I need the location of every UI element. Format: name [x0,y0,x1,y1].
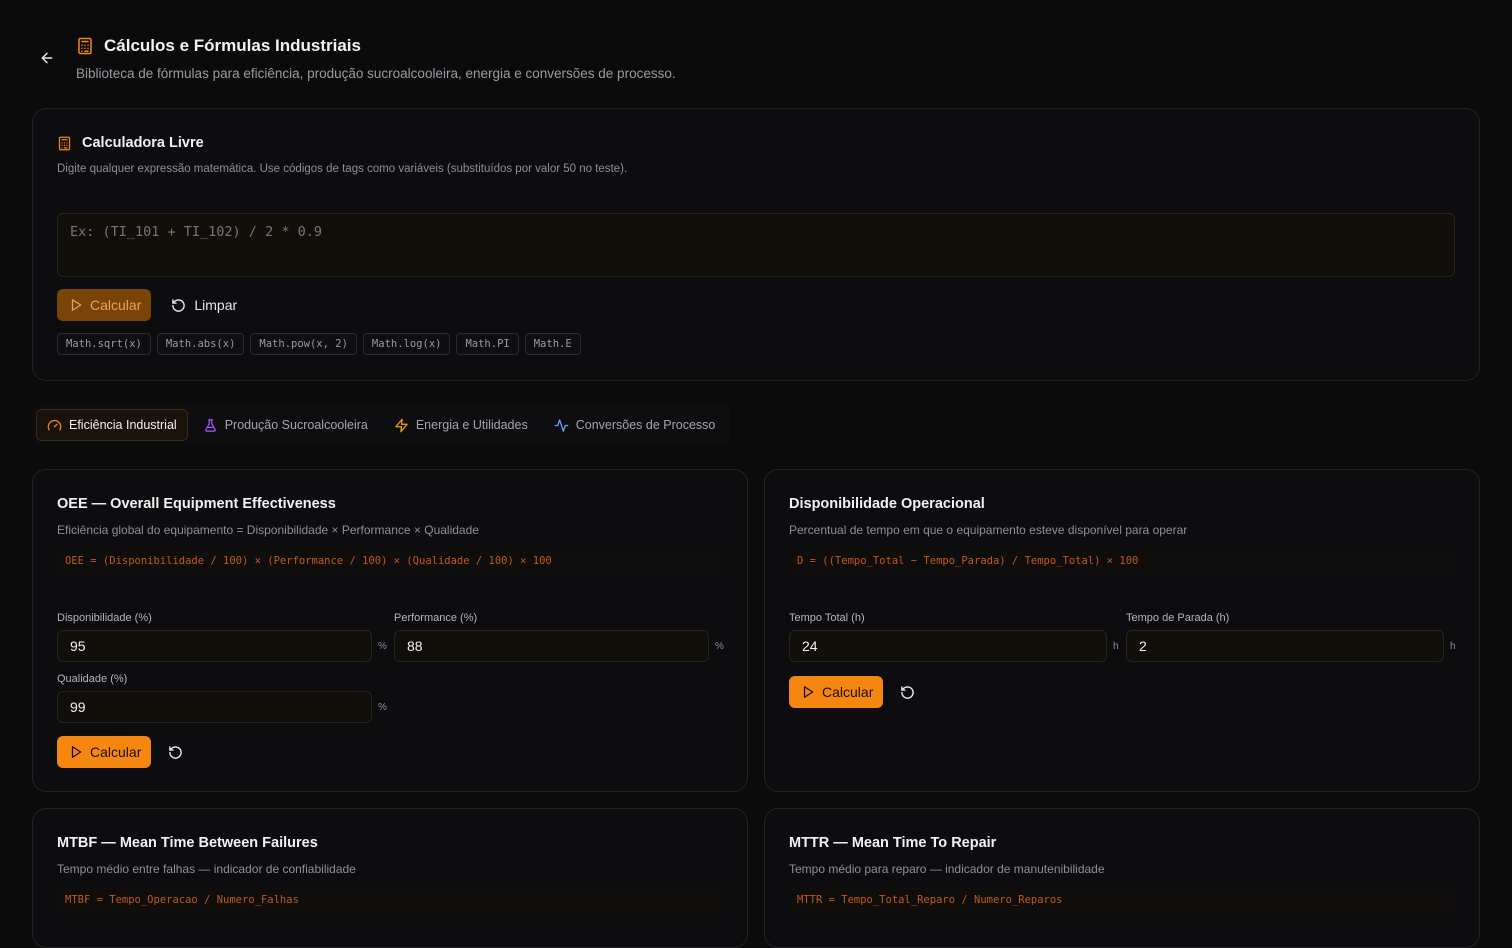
calculate-button[interactable]: Calcular [57,289,152,321]
mttr-card: MTTR — Mean Time To Repair Tempo médio p… [764,808,1480,948]
play-icon [803,686,814,698]
disponibilidade-description: Percentual de tempo em que o equipamento… [789,523,1188,537]
free-calculator-card: Calculadora Livre Digite qualquer expres… [32,108,1480,381]
disponibilidade-calculate-button[interactable]: Calcular [789,676,884,708]
flask-icon [204,418,216,432]
oee-description: Eficiência global do equipamento = Dispo… [57,523,479,537]
tempo-parada-input[interactable] [1126,630,1444,662]
gauge-icon [47,419,62,430]
tab-conversoes-processo[interactable]: Conversões de Processo [543,409,727,441]
disponibilidade-input[interactable] [57,630,372,662]
arrow-left-icon [41,52,53,64]
tab-energia-utilidades[interactable]: Energia e Utilidades [383,409,539,441]
oee-card: OEE — Overall Equipment Effectiveness Ef… [32,469,748,792]
mttr-description: Tempo médio para reparo — indicador de m… [789,862,1105,876]
rotate-ccw-icon [901,685,914,699]
qualidade-input[interactable] [57,691,372,723]
tab-producao-sucroalcooleira[interactable]: Produção Sucroalcooleira [192,409,379,441]
page-title: Cálculos e Fórmulas Industriais [76,35,361,57]
chip-math-pow[interactable]: Math.pow(x, 2) [250,333,357,355]
calculator-icon [58,136,71,150]
field-tempo-parada: Tempo de Parada (h) h [1126,612,1456,662]
clear-button[interactable]: Limpar [159,289,249,321]
oee-calculate-button[interactable]: Calcular [57,736,152,768]
play-icon [71,746,82,758]
free-calculator-description: Digite qualquer expressão matemática. Us… [57,163,628,175]
page-title-text: Cálculos e Fórmulas Industriais [104,36,361,55]
page-subtitle: Biblioteca de fórmulas para eficiência, … [76,66,676,81]
oee-title: OEE — Overall Equipment Effectiveness [57,496,336,512]
field-tempo-total: Tempo Total (h) h [789,612,1119,662]
mttr-title: MTTR — Mean Time To Repair [789,835,997,851]
mtbf-description: Tempo médio entre falhas — indicador de … [57,862,356,876]
rotate-ccw-icon [169,745,182,759]
rotate-ccw-icon [172,298,186,312]
chip-math-sqrt[interactable]: Math.sqrt(x) [57,333,151,355]
oee-field-qualidade: Qualidade (%) % [57,673,387,723]
mtbf-formula: MTBF = Tempo_Operacao / Numero_Falhas [57,887,723,913]
free-calculator-title-text: Calculadora Livre [82,135,204,151]
calculator-icon [78,37,92,55]
expression-input[interactable] [57,213,1455,277]
mtbf-title: MTBF — Mean Time Between Failures [57,835,318,851]
oee-field-disponibilidade: Disponibilidade (%) % [57,612,387,662]
disponibilidade-card: Disponibilidade Operacional Percentual d… [764,469,1480,792]
function-chips: Math.sqrt(x) Math.abs(x) Math.pow(x, 2) … [57,333,581,355]
mttr-formula: MTTR = Tempo_Total_Reparo / Numero_Repar… [789,887,1455,913]
zap-icon [395,418,408,432]
disponibilidade-title: Disponibilidade Operacional [789,496,985,512]
disponibilidade-formula: D = ((Tempo_Total − Tempo_Parada) / Temp… [789,548,1455,574]
oee-formula: OEE = (Disponibilidade / 100) × (Perform… [57,548,723,574]
performance-input[interactable] [394,630,709,662]
back-button[interactable] [36,47,58,69]
chip-math-log[interactable]: Math.log(x) [362,333,451,355]
tempo-total-input[interactable] [789,630,1107,662]
tab-eficiencia-industrial[interactable]: Eficiência Industrial [36,409,188,441]
disponibilidade-reset-button[interactable] [893,678,921,706]
play-icon [71,299,82,311]
oee-reset-button[interactable] [161,738,189,766]
chip-math-pi[interactable]: Math.PI [456,333,519,355]
free-calculator-title: Calculadora Livre [57,135,204,151]
chip-math-e[interactable]: Math.E [524,333,581,355]
activity-icon [554,418,569,432]
mtbf-card: MTBF — Mean Time Between Failures Tempo … [32,808,748,948]
oee-field-performance: Performance (%) % [394,612,724,662]
category-tabs: Eficiência Industrial Produção Sucroalco… [32,405,731,445]
chip-math-abs[interactable]: Math.abs(x) [156,333,245,355]
